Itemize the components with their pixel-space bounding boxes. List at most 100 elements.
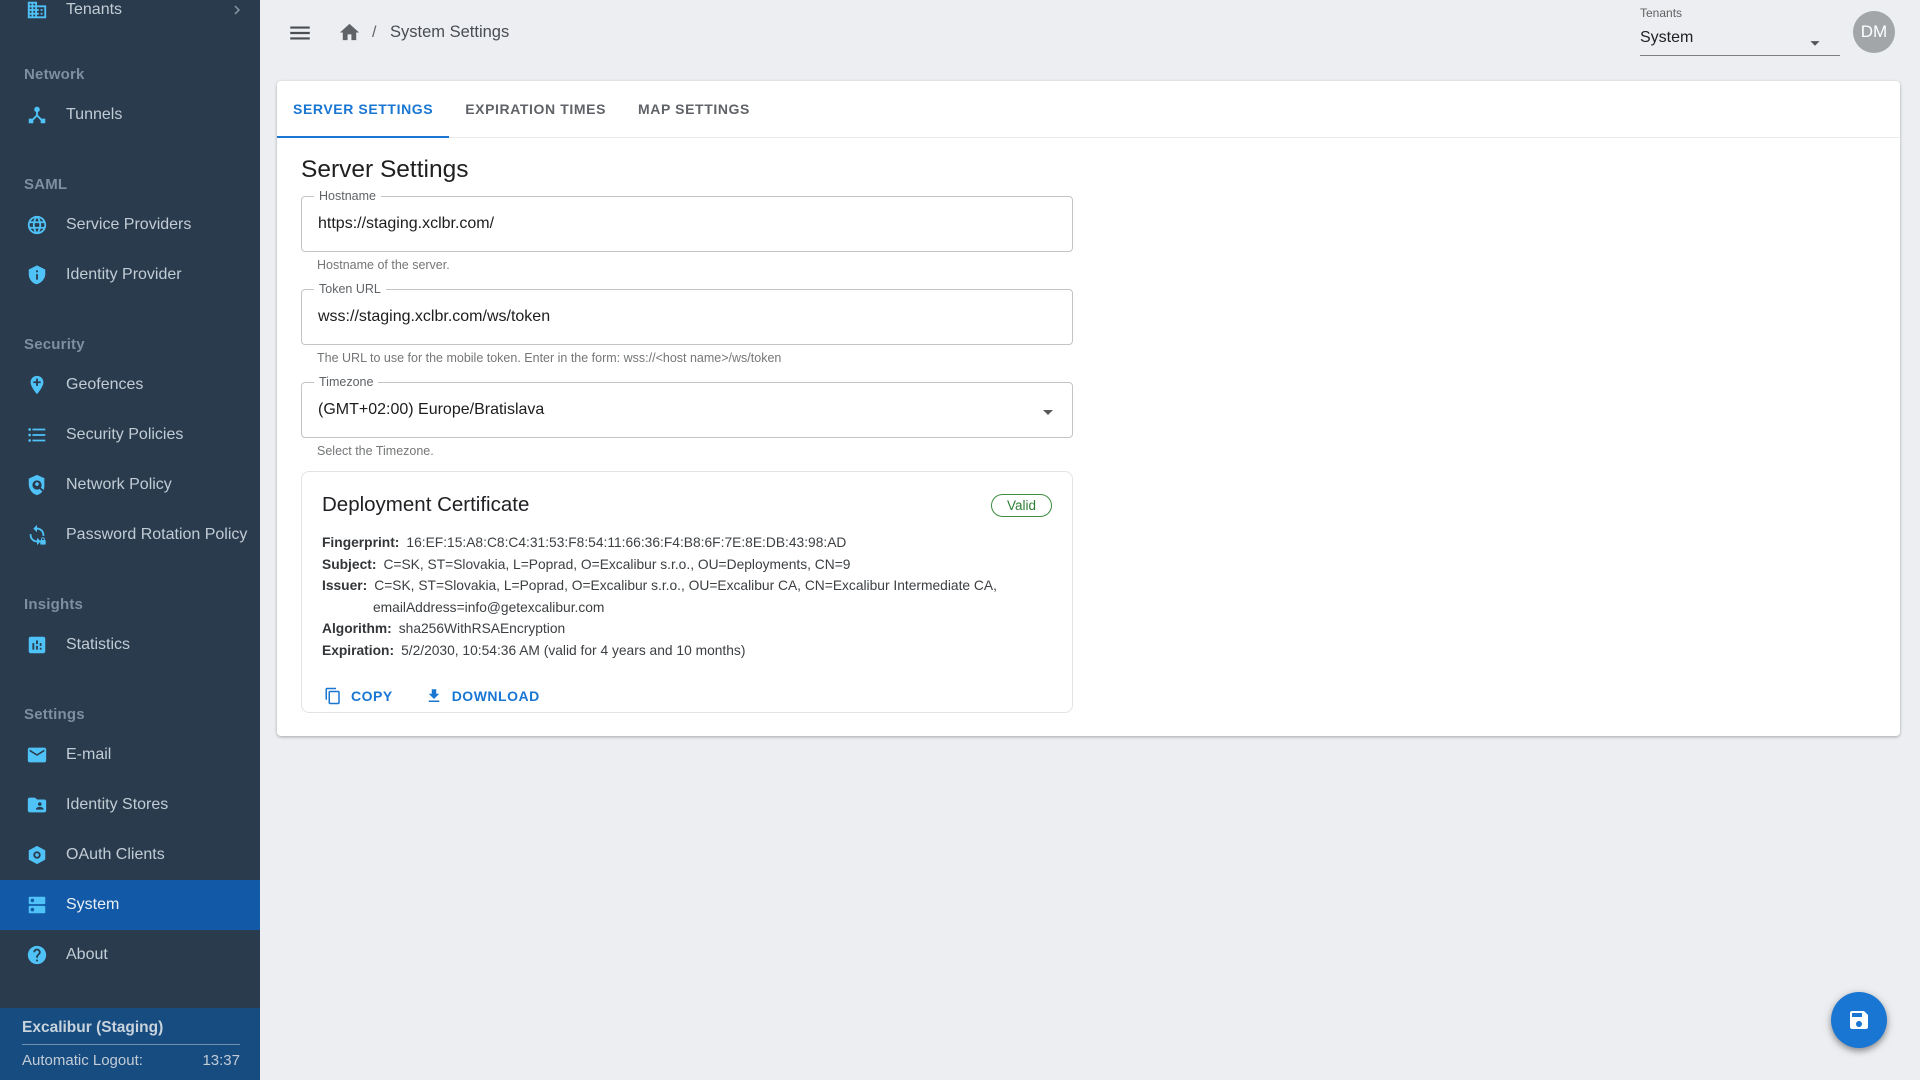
mail-icon <box>26 744 48 766</box>
copy-button[interactable]: COPY <box>322 678 395 714</box>
deployment-name: Excalibur (Staging) <box>22 1016 240 1040</box>
download-button-label: DOWNLOAD <box>452 688 540 704</box>
sidebar: Tenants Network Tunnels SAML Service Pro… <box>0 0 260 1080</box>
sidebar-item-identity-stores[interactable]: Identity Stores <box>0 780 260 830</box>
tab-map-settings[interactable]: MAP SETTINGS <box>622 81 766 137</box>
tab-expiration-times[interactable]: EXPIRATION TIMES <box>449 81 622 137</box>
select-underline <box>1640 55 1840 56</box>
fingerprint-label: Fingerprint: <box>322 535 399 550</box>
timezone-select-label: Timezone <box>314 375 378 390</box>
sidebar-item-security-policies[interactable]: Security Policies <box>0 410 260 460</box>
tab-bar: SERVER SETTINGS EXPIRATION TIMES MAP SET… <box>277 81 1900 138</box>
breadcrumb-separator: / <box>372 24 376 42</box>
sidebar-item-statistics[interactable]: Statistics <box>0 620 260 670</box>
certificate-issuer-row-continued: emailAddress=info@getexcalibur.com <box>322 597 1052 619</box>
hostname-helper-text: Hostname of the server. <box>317 257 1876 273</box>
building-icon <box>26 0 48 21</box>
add-location-icon <box>26 374 48 396</box>
sidebar-item-label: Network Policy <box>66 476 246 494</box>
sidebar-item-tunnels[interactable]: Tunnels <box>0 90 260 140</box>
save-icon <box>1847 1008 1871 1032</box>
deployment-certificate-card: Deployment Certificate Valid Fingerprint… <box>301 471 1073 713</box>
download-button[interactable]: DOWNLOAD <box>423 678 542 714</box>
folder-shared-icon <box>26 794 48 816</box>
algorithm-label: Algorithm: <box>322 621 392 636</box>
sidebar-item-label: Service Providers <box>66 216 246 234</box>
auto-logout-timer: 13:37 <box>202 1052 240 1069</box>
sidebar-item-identity-provider[interactable]: Identity Provider <box>0 250 260 300</box>
menu-icon[interactable] <box>287 20 313 46</box>
sidebar-section-insights: Insights <box>0 590 260 620</box>
avatar[interactable]: DM <box>1853 11 1895 53</box>
sidebar-item-system[interactable]: System <box>0 880 260 930</box>
token-url-field[interactable]: Token URL wss://staging.xclbr.com/ws/tok… <box>301 289 1073 345</box>
sidebar-footer: Excalibur (Staging) Automatic Logout: 13… <box>0 1008 260 1080</box>
token-icon <box>26 844 48 866</box>
bar-chart-icon <box>26 634 48 656</box>
algorithm-value: sha256WithRSAEncryption <box>399 621 565 636</box>
issuer-value: C=SK, ST=Slovakia, L=Poprad, O=Excalibur… <box>374 578 997 593</box>
chevron-down-icon <box>1804 32 1826 54</box>
sidebar-item-about[interactable]: About <box>0 930 260 980</box>
sidebar-item-password-rotation-policy[interactable]: Password Rotation Policy <box>0 510 260 560</box>
token-url-field-value[interactable]: wss://staging.xclbr.com/ws/token <box>302 290 1072 344</box>
sidebar-section-security: Security <box>0 330 260 360</box>
sidebar-item-label: OAuth Clients <box>66 846 246 864</box>
page-title: Server Settings <box>301 154 1876 186</box>
sidebar-section-saml: SAML <box>0 170 260 200</box>
tenant-select-label: Tenants <box>1640 6 1840 20</box>
download-icon <box>425 687 443 705</box>
sidebar-item-label: Password Rotation Policy <box>66 526 247 544</box>
save-button[interactable] <box>1831 992 1887 1048</box>
timezone-helper-text: Select the Timezone. <box>317 443 1876 459</box>
tab-server-settings[interactable]: SERVER SETTINGS <box>277 81 449 137</box>
certificate-fingerprint-row: Fingerprint:16:EF:15:A8:C8:C4:31:53:F8:5… <box>322 532 1052 554</box>
tenant-select[interactable]: Tenants System <box>1640 6 1840 56</box>
sidebar-item-geofences[interactable]: Geofences <box>0 360 260 410</box>
certificate-algorithm-row: Algorithm: sha256WithRSAEncryption <box>322 618 1052 640</box>
chevron-right-icon <box>228 1 246 19</box>
globe-icon <box>26 214 48 236</box>
info-shield-icon <box>26 264 48 286</box>
subject-label: Subject: <box>322 557 376 572</box>
sidebar-item-label: System <box>66 896 246 914</box>
hostname-field-value[interactable]: https://staging.xclbr.com/ <box>302 197 1072 251</box>
list-icon <box>26 424 48 446</box>
issuer-label: Issuer: <box>322 578 367 593</box>
certificate-status-badge: Valid <box>991 494 1052 517</box>
device-hub-icon <box>26 104 48 126</box>
timezone-select-value[interactable]: (GMT+02:00) Europe/Bratislava <box>302 383 1072 437</box>
sidebar-item-tenants[interactable]: Tenants <box>0 0 260 35</box>
policy-shield-icon <box>26 474 48 496</box>
sidebar-item-email[interactable]: E-mail <box>0 730 260 780</box>
certificate-subject-row: Subject:C=SK, ST=Slovakia, L=Poprad, O=E… <box>322 554 1052 576</box>
sidebar-item-label: Identity Stores <box>66 796 246 814</box>
sidebar-item-oauth-clients[interactable]: OAuth Clients <box>0 830 260 880</box>
sidebar-item-label: Tunnels <box>66 106 246 124</box>
token-url-helper-text: The URL to use for the mobile token. Ent… <box>317 350 1876 366</box>
sidebar-item-label: Identity Provider <box>66 266 246 284</box>
sidebar-item-label: About <box>66 946 246 964</box>
home-icon[interactable] <box>338 21 361 44</box>
breadcrumb: System Settings <box>390 23 509 42</box>
expiration-label: Expiration: <box>322 643 394 658</box>
hostname-field-label: Hostname <box>314 189 381 204</box>
sync-lock-icon <box>26 524 48 546</box>
certificate-issuer-row: Issuer: C=SK, ST=Slovakia, L=Poprad, O=Ex… <box>322 575 1052 597</box>
sidebar-section-network: Network <box>0 60 260 90</box>
certificate-expiration-row: Expiration: 5/2/2030, 10:54:36 AM (valid … <box>322 640 1052 662</box>
chevron-down-icon <box>1036 400 1060 424</box>
token-url-field-label: Token URL <box>314 282 386 297</box>
hostname-field[interactable]: Hostname https://staging.xclbr.com/ <box>301 196 1073 252</box>
copy-icon <box>324 687 342 705</box>
sidebar-section-settings: Settings <box>0 700 260 730</box>
sidebar-item-service-providers[interactable]: Service Providers <box>0 200 260 250</box>
sidebar-item-label: E-mail <box>66 746 246 764</box>
timezone-select[interactable]: Timezone (GMT+02:00) Europe/Bratislava <box>301 382 1073 438</box>
expiration-value: 5/2/2030, 10:54:36 AM (valid for 4 years… <box>401 643 745 658</box>
sidebar-item-network-policy[interactable]: Network Policy <box>0 460 260 510</box>
dns-icon <box>26 894 48 916</box>
main-card: SERVER SETTINGS EXPIRATION TIMES MAP SET… <box>277 81 1900 736</box>
copy-button-label: COPY <box>351 688 393 704</box>
help-icon <box>26 944 48 966</box>
